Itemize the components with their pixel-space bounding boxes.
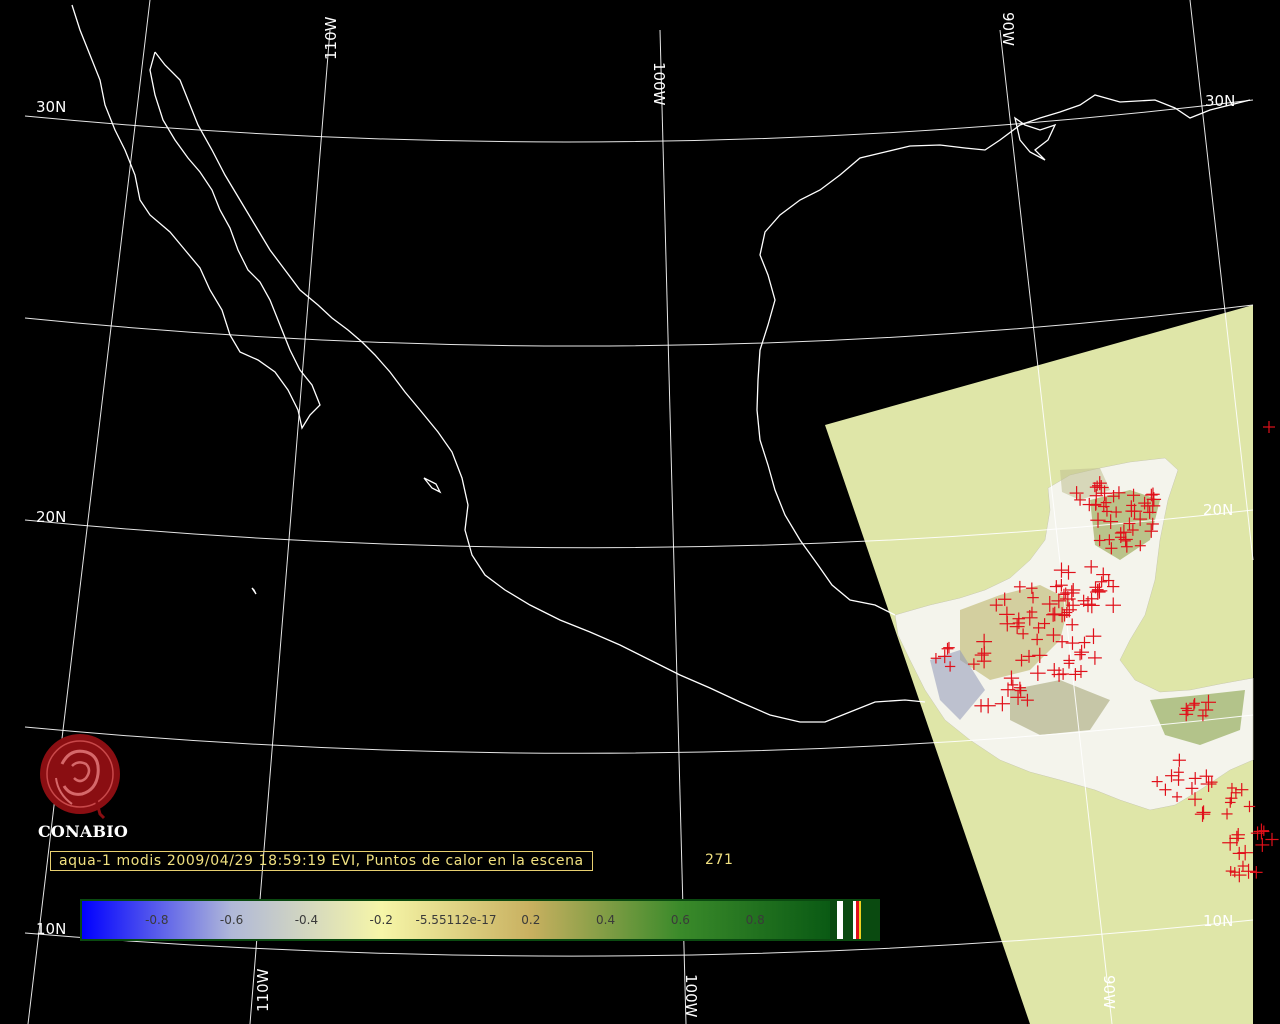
colorbar-tick-label: -0.4 bbox=[295, 913, 318, 927]
lat-label-20n-right: 20N bbox=[1203, 501, 1233, 519]
scene-caption: aqua-1 modis 2009/04/29 18:59:19 EVI, Pu… bbox=[50, 851, 593, 871]
colorbar-swatch-white-2 bbox=[853, 901, 856, 939]
colorbar-tick-label: 0.8 bbox=[746, 913, 765, 927]
colorbar-tick-label: 0.4 bbox=[596, 913, 615, 927]
hotspot-count: 271 bbox=[705, 852, 734, 868]
colorbar-tick-label: -0.8 bbox=[145, 913, 168, 927]
colorbar-swatch-red bbox=[856, 901, 859, 939]
colorbar-tick-label: -5.55112e-17 bbox=[416, 913, 497, 927]
mainland-pacific-coast bbox=[154, 51, 926, 723]
lon-label-90w-bottom: 90W bbox=[1100, 975, 1118, 1009]
conabio-logo-text: CONABIO bbox=[38, 822, 129, 841]
lat-label-20n-left: 20N bbox=[36, 508, 66, 526]
colorbar-tick-label: 0.2 bbox=[521, 913, 540, 927]
hotspot-marker bbox=[1263, 421, 1275, 433]
colorbar-tick-label: 0.6 bbox=[671, 913, 690, 927]
colorbar-tick-label: -0.6 bbox=[220, 913, 243, 927]
lon-label-110w-top: 110W bbox=[322, 16, 340, 60]
lat-label-10n-left: 10N bbox=[36, 920, 66, 938]
scene-caption-text: aqua-1 modis 2009/04/29 18:59:19 EVI, Pu… bbox=[59, 853, 584, 869]
lat-label-10n-right: 10N bbox=[1203, 912, 1233, 930]
lon-label-90w-top: 90W bbox=[999, 12, 1017, 46]
lat-label-30n-left: 30N bbox=[36, 98, 66, 116]
satellite-scene bbox=[825, 305, 1254, 1024]
colorbar-swatch-white bbox=[837, 901, 843, 939]
colorbar-swatch-yellow bbox=[859, 901, 861, 939]
lon-label-110w-bottom: 110W bbox=[254, 968, 272, 1012]
hotspot-marker bbox=[1258, 825, 1270, 836]
evi-colorbar: -0.8 -0.6 -0.4 -0.2 -5.55112e-17 0.2 0.4 0.6 0.8 bbox=[80, 899, 880, 941]
lon-label-100w-top: 100W bbox=[650, 62, 668, 106]
conabio-logo-icon bbox=[40, 734, 120, 820]
colorbar-tick-label: -0.2 bbox=[369, 913, 392, 927]
lon-label-100w-bottom: 100W bbox=[682, 974, 700, 1018]
lat-label-30n-right: 30N bbox=[1205, 92, 1235, 110]
hotspot-marker bbox=[1253, 823, 1270, 840]
baja-california-coast bbox=[71, 4, 321, 430]
hotspot-marker bbox=[1265, 832, 1279, 847]
